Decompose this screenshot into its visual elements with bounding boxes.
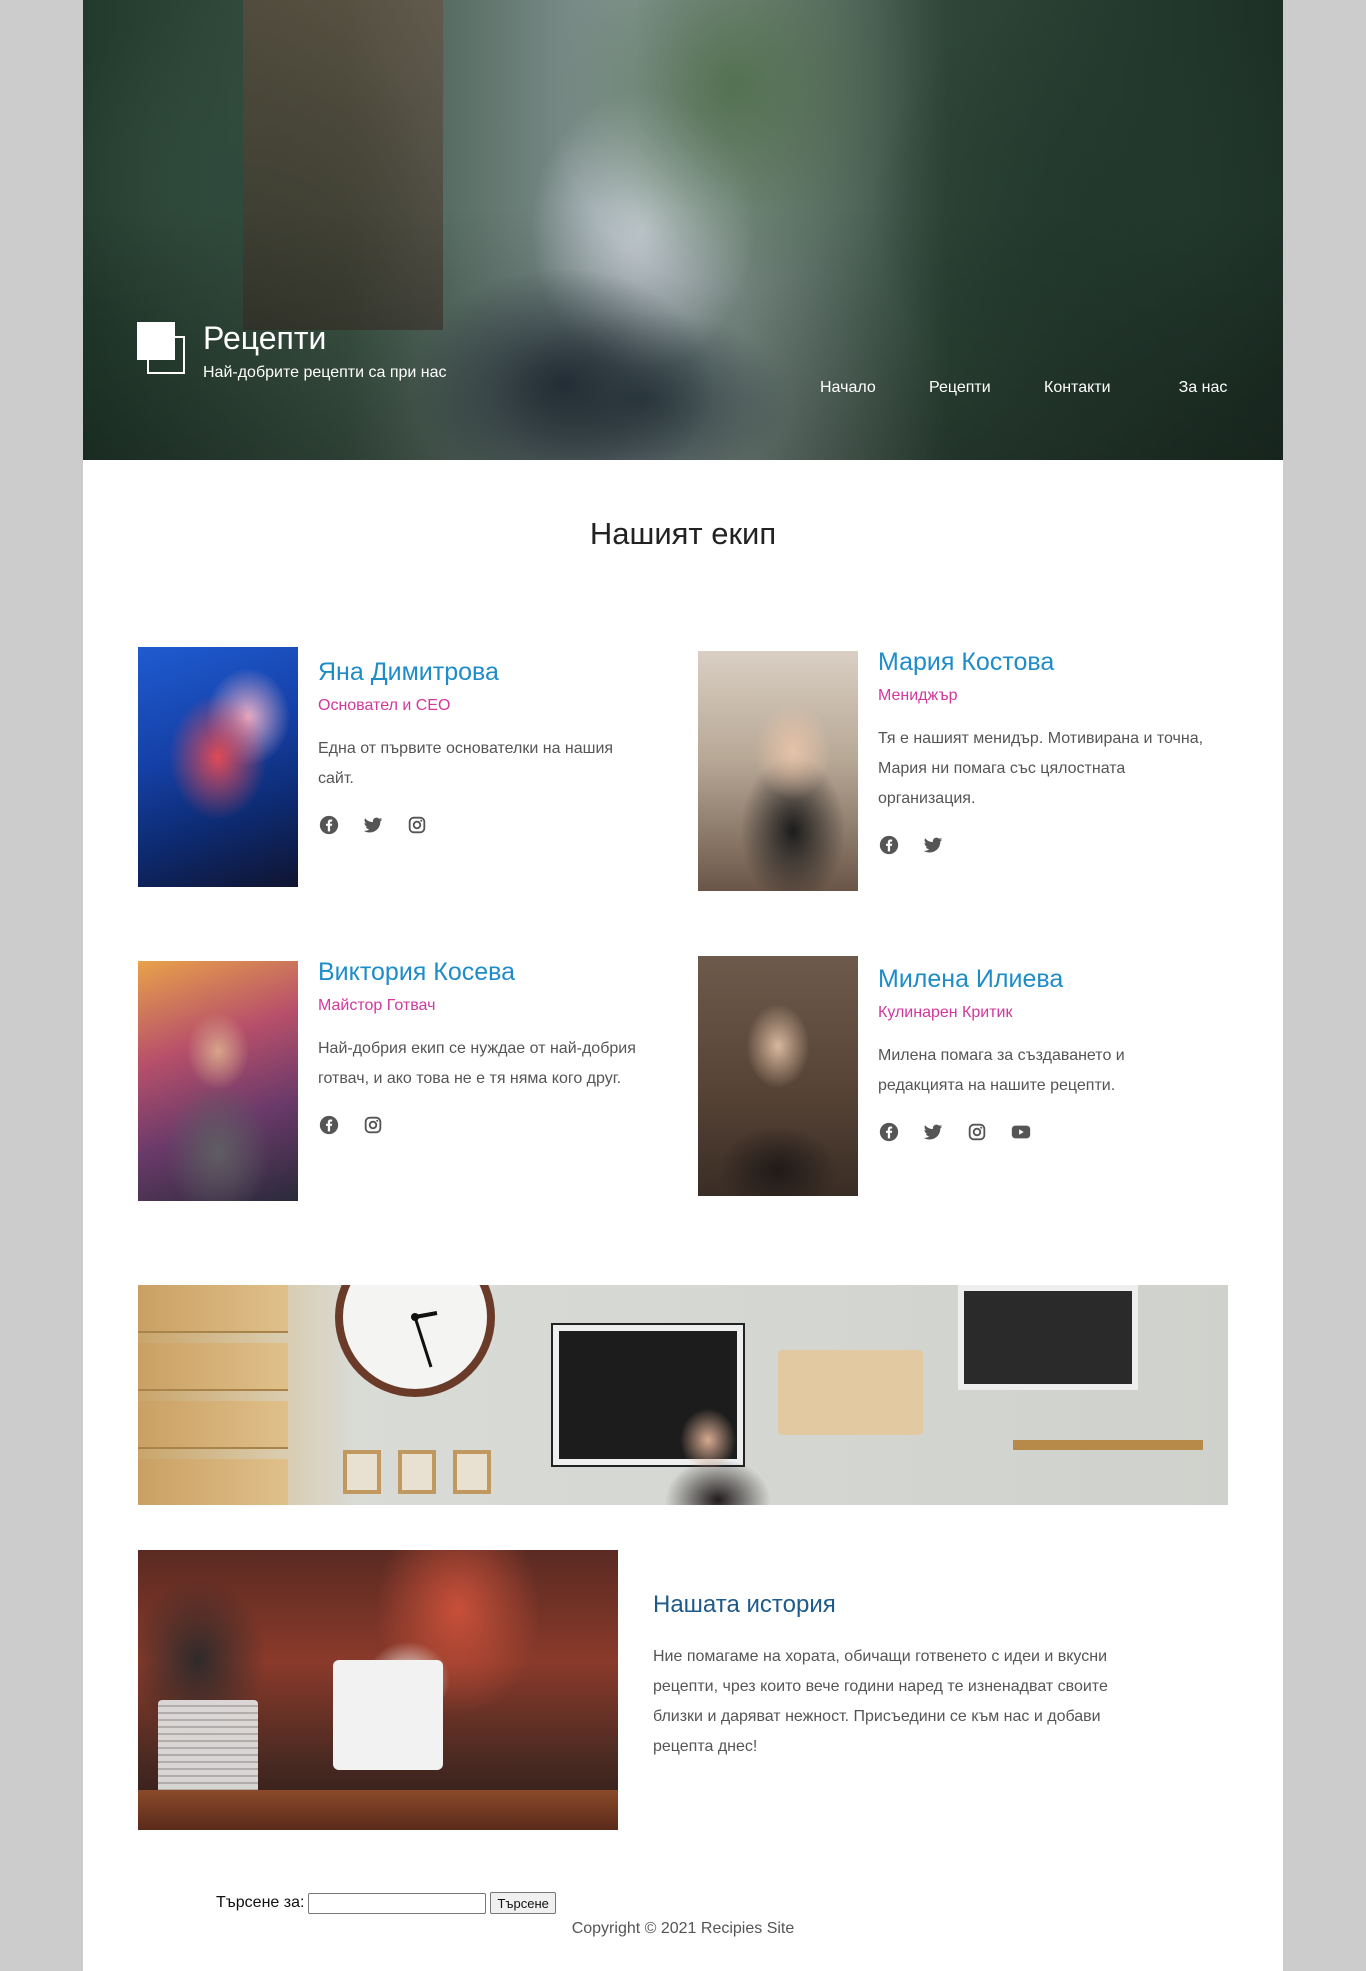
story-photo [138,1550,618,1830]
instagram-icon[interactable] [406,814,428,836]
world-map-icon [778,1350,923,1435]
facebook-icon[interactable] [878,834,900,856]
member-role: Мениджър [878,687,958,704]
member-socials [318,814,648,836]
site-title[interactable]: Рецепти [203,320,326,357]
member-bio: Тя е нашият менидър. Мотивирана и точна,… [878,730,1204,807]
member-photo [138,961,298,1201]
search-label: Търсене за: [216,1894,305,1911]
nav-contacts[interactable]: Контакти [1044,378,1111,398]
search-form: Търсене за: Търсене [216,1892,556,1914]
story-title: Нашата история [653,1591,836,1618]
member-bio: Най-добрия екип се нуждае от най-добрия … [318,1040,636,1087]
wall-clock-icon [335,1285,495,1397]
team-member-card: Яна Димитрова Основател и CEO Една от пъ… [138,647,658,887]
member-name: Милена Илиева [878,965,1064,993]
member-bio: Една от първите основателки на нашия сай… [318,740,614,787]
page: Рецепти Най-добрите рецепти са при нас Н… [83,0,1283,1971]
member-socials [878,834,1208,856]
facebook-icon[interactable] [318,814,340,836]
team-member-card: Милена Илиева Кулинарен Критик Милена по… [698,956,1218,1196]
main-nav: Начало Рецепти Контакти За нас [83,378,1283,428]
team-section-title: Нашият екип [589,516,777,551]
team-member-card: Мария Костова Мениджър Тя е нашият менид… [698,648,1218,891]
nav-home[interactable]: Начало [820,378,876,398]
member-photo [698,956,858,1196]
hero-header: Рецепти Най-добрите рецепти са при нас Н… [83,0,1283,460]
facebook-icon[interactable] [878,1121,900,1143]
member-role: Майстор Готвач [318,997,436,1014]
search-input[interactable] [308,1892,487,1914]
nav-about[interactable]: За нас [1173,378,1233,398]
member-socials [318,1114,648,1136]
member-name: Виктория Косева [318,958,516,986]
instagram-icon[interactable] [966,1121,988,1143]
facebook-icon[interactable] [318,1114,340,1136]
our-story-section: Нашата история Ние помагаме на хората, о… [653,1590,1123,1762]
member-bio: Милена помага за създаването и редакцият… [878,1047,1125,1094]
search-button[interactable]: Търсене [490,1892,556,1914]
twitter-icon[interactable] [362,814,384,836]
member-name: Яна Димитрова [318,658,499,686]
instagram-icon[interactable] [362,1114,384,1136]
member-role: Основател и CEO [318,697,451,714]
member-socials [878,1121,1208,1143]
twitter-icon[interactable] [922,1121,944,1143]
member-photo [138,647,298,887]
cafe-banner-image [138,1285,1228,1505]
member-photo [698,651,858,891]
youtube-icon[interactable] [1010,1121,1032,1143]
twitter-icon[interactable] [922,834,944,856]
team-member-card: Виктория Косева Майстор Готвач Най-добри… [138,958,658,1201]
nav-recipes[interactable]: Рецепти [929,378,991,398]
member-name: Мария Костова [878,648,1055,676]
member-role: Кулинарен Критик [878,1004,1013,1021]
copyright: Copyright © 2021 Recipies Site [571,1920,795,1937]
site-logo-icon[interactable] [137,322,189,378]
story-text: Ние помагаме на хората, обичащи готвенет… [653,1648,1108,1755]
